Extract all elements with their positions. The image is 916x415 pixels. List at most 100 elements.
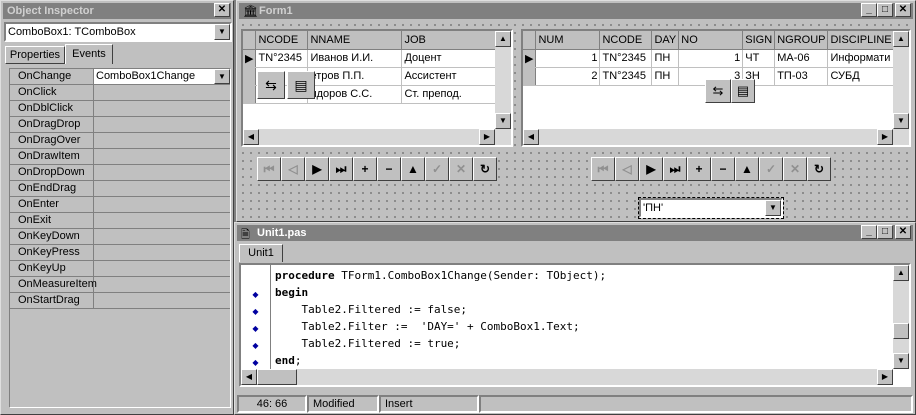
first-icon[interactable]: ⏮ <box>257 157 281 181</box>
delete-icon[interactable]: − <box>377 157 401 181</box>
event-row[interactable]: OnChange ComboBox1Change ▼ <box>10 69 230 85</box>
insert-icon[interactable]: + <box>353 157 377 181</box>
component-selector[interactable]: ComboBox1: TComboBox ▼ <box>4 22 232 42</box>
event-value[interactable] <box>94 181 230 196</box>
event-row[interactable]: OnDrawItem <box>10 149 230 165</box>
db-navigator-1[interactable]: ⏮ ◁ ▶ ⏭ + − ▲ ✓ ✕ ↻ <box>257 157 497 181</box>
horizontal-scrollbar[interactable]: ◀ ▶ <box>523 129 909 145</box>
post-icon[interactable]: ✓ <box>759 157 783 181</box>
refresh-icon[interactable]: ↻ <box>807 157 831 181</box>
column-header[interactable]: NCODE <box>599 31 653 50</box>
event-value[interactable] <box>94 213 230 228</box>
next-icon[interactable]: ▶ <box>639 157 663 181</box>
close-icon[interactable]: ✕ <box>895 225 911 239</box>
code-line[interactable]: begin <box>275 286 606 303</box>
column-header[interactable]: DAY <box>651 31 680 50</box>
last-icon[interactable]: ⏭ <box>329 157 353 181</box>
column-header[interactable]: NCODE <box>255 31 309 50</box>
breakpoint-dot-icon[interactable]: ◆ <box>241 337 270 354</box>
prior-icon[interactable]: ◁ <box>615 157 639 181</box>
breakpoint-dot-icon[interactable]: ◆ <box>241 303 270 320</box>
insert-icon[interactable]: + <box>687 157 711 181</box>
next-icon[interactable]: ▶ <box>305 157 329 181</box>
vertical-scrollbar[interactable]: ▲ ▼ <box>893 31 909 129</box>
breakpoint-dot-icon[interactable]: ◆ <box>241 320 270 337</box>
table-row[interactable]: ▶ 1 TN°2345 ПН 1 ЧТ МА-06 Информати <box>523 49 895 68</box>
event-value[interactable] <box>94 261 230 276</box>
chevron-down-icon[interactable]: ▼ <box>214 69 230 84</box>
event-row[interactable]: OnDblClick <box>10 101 230 117</box>
column-header[interactable]: NUM <box>535 31 601 50</box>
vertical-scrollbar[interactable]: ▲ ▼ <box>495 31 511 129</box>
event-row[interactable]: OnDropDown <box>10 165 230 181</box>
post-icon[interactable]: ✓ <box>425 157 449 181</box>
code-line[interactable]: Table2.Filtered := false; <box>275 303 606 320</box>
event-value[interactable] <box>94 101 230 116</box>
first-icon[interactable]: ⏮ <box>591 157 615 181</box>
datasource-icon[interactable]: ▤ <box>731 79 755 103</box>
close-icon[interactable]: ✕ <box>895 3 911 17</box>
db-navigator-2[interactable]: ⏮ ◁ ▶ ⏭ + − ▲ ✓ ✕ ↻ <box>591 157 831 181</box>
column-header[interactable]: SIGN <box>742 31 776 50</box>
minimize-icon[interactable]: _ <box>861 225 877 239</box>
last-icon[interactable]: ⏭ <box>663 157 687 181</box>
close-icon[interactable]: ✕ <box>214 3 230 17</box>
edit-icon[interactable]: ▲ <box>735 157 759 181</box>
column-header[interactable]: NGROUP <box>774 31 829 50</box>
column-header[interactable]: DISCIPLINE <box>827 31 895 50</box>
table-icon[interactable]: ⇆ <box>257 71 285 99</box>
prior-icon[interactable]: ◁ <box>281 157 305 181</box>
refresh-icon[interactable]: ↻ <box>473 157 497 181</box>
event-row[interactable]: OnDragOver <box>10 133 230 149</box>
vertical-scrollbar[interactable]: ▲ ▼ <box>893 265 909 369</box>
horizontal-scrollbar[interactable]: ◀ ▶ <box>241 369 893 385</box>
event-value[interactable] <box>94 165 230 180</box>
event-row[interactable]: OnStartDrag <box>10 293 230 309</box>
event-row[interactable]: OnMeasureItem <box>10 277 230 293</box>
breakpoint-dot-icon[interactable] <box>241 269 270 286</box>
tab-properties[interactable]: Properties <box>5 46 65 64</box>
maximize-icon[interactable]: □ <box>877 225 893 239</box>
code-line[interactable]: procedure TForm1.ComboBox1Change(Sender:… <box>275 269 606 286</box>
event-value[interactable] <box>94 277 230 292</box>
event-value[interactable] <box>94 229 230 244</box>
event-value[interactable] <box>94 197 230 212</box>
event-value[interactable]: ComboBox1Change ▼ <box>94 69 230 84</box>
horizontal-scrollbar[interactable]: ◀ ▶ <box>243 129 511 145</box>
cancel-icon[interactable]: ✕ <box>449 157 473 181</box>
chevron-down-icon[interactable]: ▼ <box>214 24 230 40</box>
code-line[interactable]: Table2.Filter := 'DAY=' + ComboBox1.Text… <box>275 320 606 337</box>
breakpoint-dot-icon[interactable]: ◆ <box>241 286 270 303</box>
delete-icon[interactable]: − <box>711 157 735 181</box>
edit-icon[interactable]: ▲ <box>401 157 425 181</box>
event-row[interactable]: OnKeyDown <box>10 229 230 245</box>
code-editor[interactable]: ◆ ◆ ◆ ◆ ◆ procedure TForm1.ComboBox1Change(S… <box>239 263 911 387</box>
event-value[interactable] <box>94 117 230 132</box>
event-row[interactable]: OnKeyUp <box>10 261 230 277</box>
event-row[interactable]: OnEndDrag <box>10 181 230 197</box>
table-row[interactable]: ▶ TN°2345 Иванов И.И. Доцент <box>243 49 497 68</box>
event-row[interactable]: OnClick <box>10 85 230 101</box>
tab-unit1[interactable]: Unit1 <box>239 244 283 262</box>
column-header[interactable]: JOB <box>401 31 497 50</box>
event-value[interactable] <box>94 149 230 164</box>
event-value[interactable] <box>94 245 230 260</box>
combobox-day[interactable]: 'ПН' ▼ <box>638 197 784 219</box>
event-row[interactable]: OnDragDrop <box>10 117 230 133</box>
minimize-icon[interactable]: _ <box>861 3 877 17</box>
event-value[interactable] <box>94 133 230 148</box>
event-value[interactable] <box>94 293 230 308</box>
tab-events[interactable]: Events <box>65 44 113 64</box>
event-row[interactable]: OnExit <box>10 213 230 229</box>
column-header[interactable]: NO <box>678 31 744 50</box>
event-value[interactable] <box>94 85 230 100</box>
cancel-icon[interactable]: ✕ <box>783 157 807 181</box>
code-line[interactable]: Table2.Filtered := true; <box>275 337 606 354</box>
table-icon[interactable]: ⇆ <box>705 79 731 103</box>
datasource-icon[interactable]: ▤ <box>287 71 315 99</box>
chevron-down-icon[interactable]: ▼ <box>765 200 781 216</box>
maximize-icon[interactable]: □ <box>877 3 893 17</box>
event-row[interactable]: OnKeyPress <box>10 245 230 261</box>
column-header[interactable]: NNAME <box>307 31 403 50</box>
event-row[interactable]: OnEnter <box>10 197 230 213</box>
